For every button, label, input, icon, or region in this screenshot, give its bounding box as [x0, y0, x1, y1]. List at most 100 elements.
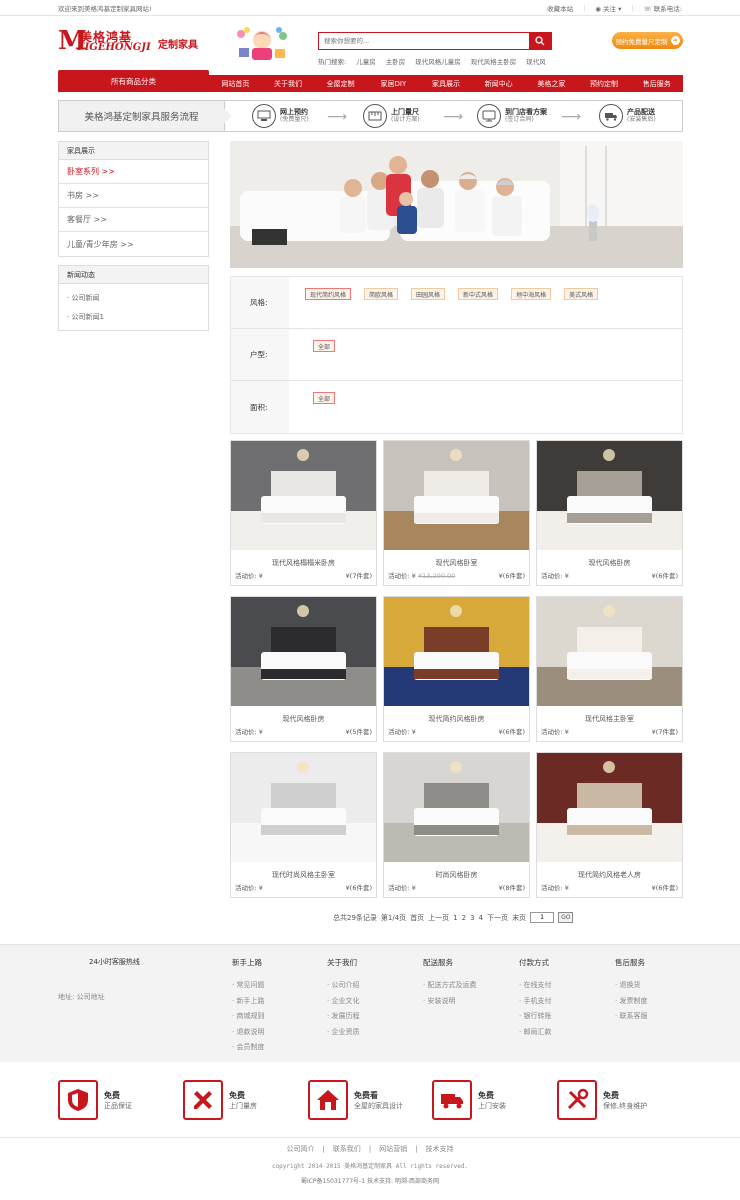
news-link[interactable]: · 公司新闻 [59, 288, 208, 307]
filter-option[interactable]: 全部 [313, 392, 336, 404]
footer-link[interactable]: · 联系客服 [615, 1011, 647, 1027]
product-name[interactable]: 现代风格榻榻米卧房 [231, 558, 376, 568]
filter-option[interactable]: 地中海风格 [511, 288, 552, 300]
sidebar-item-bedroom[interactable]: 卧室系列 >> [59, 160, 208, 184]
footer-link[interactable]: · 邮局汇款 [519, 1027, 551, 1043]
hot-search-item[interactable]: 儿童房 [356, 56, 376, 66]
page-link[interactable]: 4 [479, 914, 483, 922]
nav-item-reservation[interactable]: 预约定制 [578, 75, 631, 92]
product-card[interactable]: 现代风格榻榻米卧房 活动价: ¥ ¥(7件套) [230, 440, 377, 586]
footer-link[interactable]: · 新手上路 [232, 996, 264, 1012]
nav-item-meige-home[interactable]: 美格之家 [525, 75, 578, 92]
bookmark-link[interactable]: 收藏本站 [547, 3, 573, 13]
follow-link[interactable]: ◉ 关注 ▾ [595, 3, 621, 13]
footer-link[interactable]: · 发展历程 [327, 1011, 359, 1027]
product-card[interactable]: 现代时尚风格主卧室 活动价: ¥ ¥(6件套) [230, 752, 377, 898]
hot-search-item[interactable]: 现代风格主卧房 [471, 56, 517, 66]
footer-link[interactable]: · 配送方式及运费 [423, 980, 476, 996]
prev-page-link[interactable]: 上一页 [428, 913, 449, 923]
news-link[interactable]: · 公司新闻1 [59, 307, 208, 326]
product-image[interactable] [231, 441, 376, 550]
reserve-button[interactable]: 预约免费量尺定制 ➜ [612, 32, 683, 49]
footer-link[interactable]: 公司简介 [286, 1145, 314, 1153]
product-name[interactable]: 时尚风格卧房 [384, 870, 529, 880]
product-image[interactable] [537, 441, 682, 550]
product-name[interactable]: 现代时尚风格主卧室 [231, 870, 376, 880]
sidebar-item-kids[interactable]: 儿童/青少年房 >> [59, 232, 208, 256]
hot-search-item[interactable]: 现代风格儿童房 [415, 56, 461, 66]
product-card[interactable]: 现代简约风格卧房 活动价: ¥ ¥(6件套) [383, 596, 530, 742]
footer-link[interactable]: · 常见问题 [232, 980, 264, 996]
footer-link[interactable]: · 企业文化 [327, 996, 359, 1012]
filter-option[interactable]: 田园风格 [411, 288, 446, 300]
product-name[interactable]: 现代简约风格老人房 [537, 870, 682, 880]
go-button[interactable]: GO [558, 912, 574, 923]
footer-link[interactable]: · 退款说明 [232, 1027, 264, 1043]
footer-link[interactable]: · 商城规则 [232, 1011, 264, 1027]
page-link[interactable]: 3 [470, 914, 474, 922]
product-image[interactable] [384, 441, 529, 550]
page-number-input[interactable] [530, 912, 555, 923]
product-card[interactable]: 现代风格主卧室 活动价: ¥ ¥(7件套) [536, 596, 683, 742]
page-link[interactable]: 2 [462, 914, 466, 922]
last-page-link[interactable]: 末页 [512, 913, 526, 923]
product-card[interactable]: 现代风格卧房 活动价: ¥ ¥(6件套) [536, 440, 683, 586]
footer-link[interactable]: · 手机支付 [519, 996, 551, 1012]
all-categories-tab[interactable]: 所有商品分类 [58, 70, 209, 92]
hot-search-item[interactable]: 主卧房 [386, 56, 406, 66]
footer-link[interactable]: · 企业资质 [327, 1027, 359, 1043]
next-page-link[interactable]: 下一页 [487, 913, 508, 923]
nav-item-furniture[interactable]: 家具展示 [420, 75, 473, 92]
product-image[interactable] [231, 597, 376, 706]
search-button[interactable] [529, 33, 551, 49]
footer-link[interactable]: · 会员制度 [232, 1042, 264, 1058]
sidebar-item-study[interactable]: 书房 >> [59, 184, 208, 208]
product-image[interactable] [384, 753, 529, 862]
header: M 美格鸿基 EIGEHONGJI 定制家具 热门搜索: 儿童房 主卧房 现代风… [0, 16, 740, 68]
product-image[interactable] [231, 753, 376, 862]
first-page-link[interactable]: 首页 [410, 913, 424, 923]
nav-item-diy[interactable]: 家居DIY [367, 75, 420, 92]
product-image[interactable] [537, 597, 682, 706]
hot-search-item[interactable]: 现代风 [526, 56, 546, 66]
product-name[interactable]: 现代风格主卧室 [537, 714, 682, 724]
footer-link[interactable]: · 安装说明 [423, 996, 476, 1012]
product-image[interactable] [384, 597, 529, 706]
service-process: 美格鸿基定制家具服务流程 网上预约 (免费量尺) ⟶ 上门量尺 (设计方案) ⟶ 到… [58, 100, 683, 132]
product-name[interactable]: 现代风格卧房 [231, 714, 376, 724]
family-banner-image[interactable] [230, 141, 683, 268]
search-input[interactable] [319, 33, 529, 49]
footer-link[interactable]: · 发票制度 [615, 996, 647, 1012]
product-name[interactable]: 现代简约风格卧房 [384, 714, 529, 724]
nav-item-news[interactable]: 新闻中心 [472, 75, 525, 92]
filter-option[interactable]: 新中式风格 [458, 288, 499, 300]
product-card[interactable]: 现代风格卧室 活动价: ¥ ¥13,200.00 ¥(6件套) [383, 440, 530, 586]
product-name[interactable]: 现代风格卧房 [537, 558, 682, 568]
footer-link[interactable]: 网站营销 [379, 1145, 407, 1153]
logo[interactable]: M 美格鸿基 EIGEHONGJI 定制家具 [58, 28, 208, 56]
product-card[interactable]: 时尚风格卧房 活动价: ¥ ¥(8件套) [383, 752, 530, 898]
sidebar-item-living-dining[interactable]: 客餐厅 >> [59, 208, 208, 232]
page-link[interactable]: 1 [453, 914, 457, 922]
guarantee-item: 免费 上门量房 [183, 1080, 257, 1120]
guarantee-item: 免费 正品保证 [58, 1080, 132, 1120]
product-card[interactable]: 现代风格卧房 活动价: ¥ ¥(5件套) [230, 596, 377, 742]
nav-item-whole-house[interactable]: 全屋定制 [314, 75, 367, 92]
nav-item-after-sales[interactable]: 售后服务 [630, 75, 683, 92]
footer-link[interactable]: 技术支持 [426, 1145, 454, 1153]
footer-link[interactable]: · 在线支付 [519, 980, 551, 996]
footer-link[interactable]: · 退换货 [615, 980, 647, 996]
nav-item-home[interactable]: 网站首页 [209, 75, 262, 92]
filter-option[interactable]: 美式风格 [564, 288, 599, 300]
product-card[interactable]: 现代简约风格老人房 活动价: ¥ ¥(6件套) [536, 752, 683, 898]
contact-link[interactable]: ☏ 联系电话: [644, 3, 682, 13]
filter-option[interactable]: 现代简约风格 [305, 288, 352, 300]
filter-option[interactable]: 简欧风格 [364, 288, 399, 300]
filter-option[interactable]: 全部 [313, 340, 336, 352]
product-name[interactable]: 现代风格卧室 [384, 558, 529, 568]
footer-link[interactable]: 联系我们 [333, 1145, 361, 1153]
footer-link[interactable]: · 银行转账 [519, 1011, 551, 1027]
nav-item-about[interactable]: 关于我们 [262, 75, 315, 92]
product-image[interactable] [537, 753, 682, 862]
footer-link[interactable]: · 公司介绍 [327, 980, 359, 996]
